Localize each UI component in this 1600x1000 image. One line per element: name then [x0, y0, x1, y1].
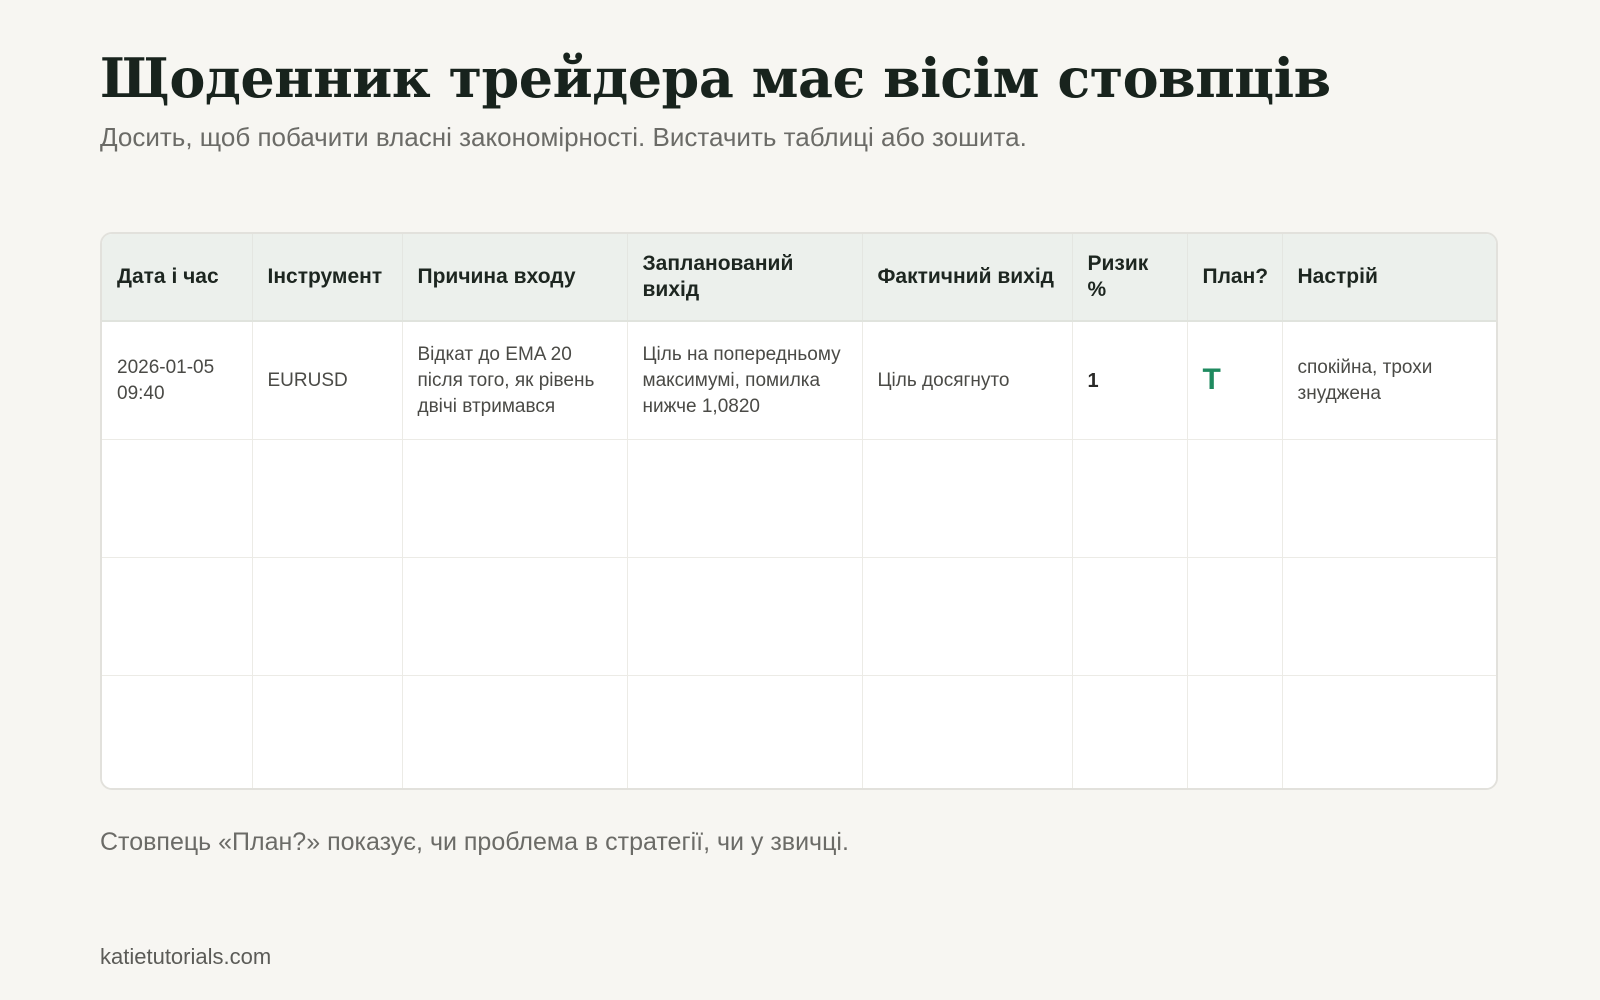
- cell-actual-exit: [862, 675, 1073, 788]
- cell-mood: спокійна, трохи знуджена: [1282, 321, 1496, 440]
- cell-instrument: EURUSD: [252, 321, 403, 440]
- journal-table: Дата і час Інструмент Причина входу Запл…: [102, 234, 1496, 788]
- cell-entry-reason: [402, 675, 628, 788]
- table-row: [102, 675, 1496, 788]
- column-header-instrument: Інструмент: [252, 234, 403, 322]
- page-subtitle: Досить, щоб побачити власні закономірнос…: [100, 122, 1027, 152]
- cell-plan: Т: [1187, 321, 1283, 440]
- cell-planned-exit: [627, 557, 863, 676]
- cell-actual-exit: Ціль досягнуто: [862, 321, 1073, 440]
- cell-actual-exit: [862, 557, 1073, 676]
- cell-risk: [1072, 439, 1188, 558]
- footnote: Стовпець «План?» показує, чи проблема в …: [100, 828, 849, 856]
- site-link[interactable]: katietutorials.com: [100, 943, 271, 971]
- cell-datetime: 2026-01-05 09:40: [102, 321, 253, 440]
- cell-risk: [1072, 675, 1188, 788]
- cell-mood: [1282, 675, 1496, 788]
- cell-planned-exit: [627, 439, 863, 558]
- cell-actual-exit: [862, 439, 1073, 558]
- cell-datetime: [102, 557, 253, 676]
- column-header-actual-exit: Фактичний вихід: [862, 234, 1073, 322]
- cell-datetime: [102, 439, 253, 558]
- cell-plan: [1187, 557, 1283, 676]
- cell-mood: [1282, 557, 1496, 676]
- cell-entry-reason: [402, 439, 628, 558]
- table-row: [102, 557, 1496, 676]
- column-header-datetime: Дата і час: [102, 234, 253, 322]
- cell-datetime: [102, 675, 253, 788]
- column-header-entry-reason: Причина входу: [402, 234, 628, 322]
- cell-instrument: [252, 439, 403, 558]
- page-title: Щоденник трейдера має вісім стовпців: [100, 46, 1331, 110]
- journal-table-container: Дата і час Інструмент Причина входу Запл…: [100, 232, 1498, 790]
- column-header-risk: Ризик %: [1072, 234, 1188, 322]
- cell-planned-exit: [627, 675, 863, 788]
- cell-plan: [1187, 675, 1283, 788]
- cell-instrument: [252, 557, 403, 676]
- table-row: 2026-01-05 09:40 EURUSD Відкат до EMA 20…: [102, 321, 1496, 440]
- table-header-row: Дата і час Інструмент Причина входу Запл…: [102, 234, 1496, 322]
- cell-instrument: [252, 675, 403, 788]
- table-row: [102, 439, 1496, 558]
- cell-mood: [1282, 439, 1496, 558]
- column-header-mood: Настрій: [1282, 234, 1496, 322]
- plan-mark: Т: [1202, 362, 1221, 396]
- column-header-planned-exit: Запланований вихід: [627, 234, 863, 322]
- cell-planned-exit: Ціль на попередньому максимумі, помилка …: [627, 321, 863, 440]
- cell-plan: [1187, 439, 1283, 558]
- cell-entry-reason: [402, 557, 628, 676]
- column-header-plan: План?: [1187, 234, 1283, 322]
- cell-risk: [1072, 557, 1188, 676]
- cell-entry-reason: Відкат до EMA 20 після того, як рівень д…: [402, 321, 628, 440]
- cell-risk: 1: [1072, 321, 1188, 440]
